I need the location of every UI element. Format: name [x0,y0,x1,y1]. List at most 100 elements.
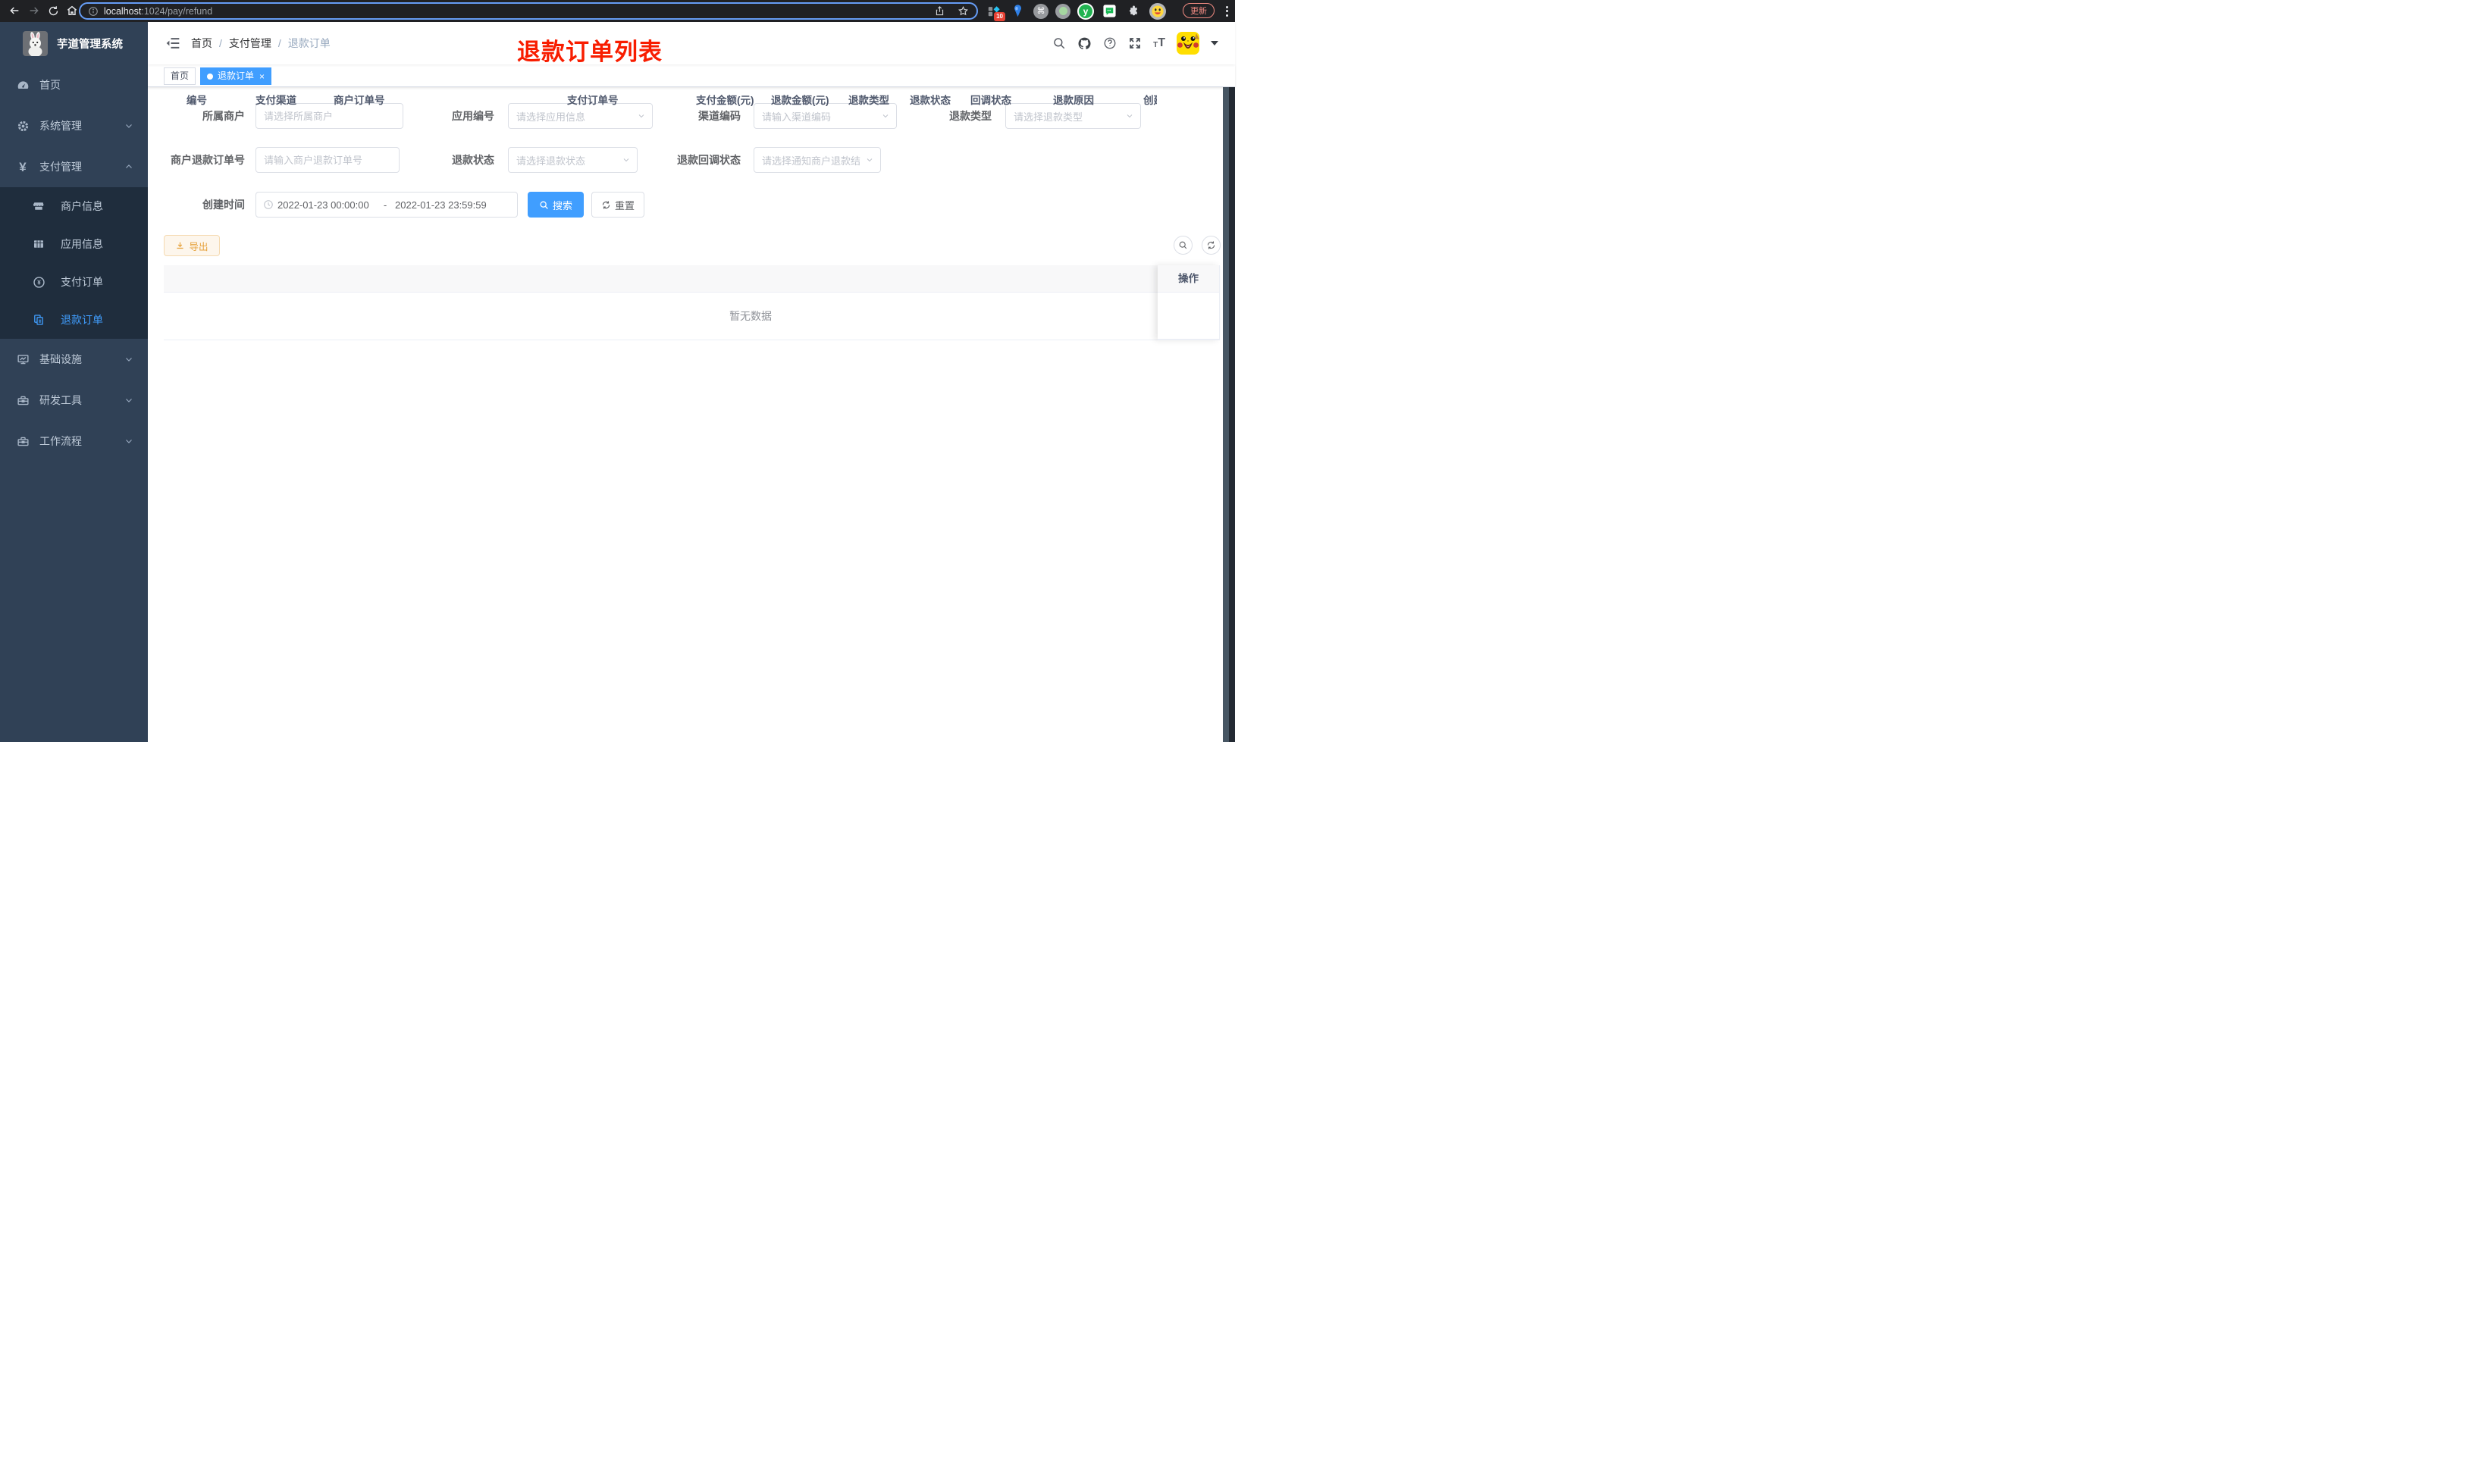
sidebar-item-refund-order[interactable]: 退款订单 [0,301,148,339]
top-navbar: 首页 / 支付管理 / 退款订单 退款订单列表 T T [148,22,1235,65]
yen-circle-icon: ¥ [32,276,45,289]
breadcrumb-pay[interactable]: 支付管理 [229,36,271,51]
green-dot [1058,7,1067,15]
clock-icon [264,200,273,209]
dashboard-icon [16,79,30,92]
select-placeholder: 请选择通知商户退款结果 [762,155,860,167]
page-annotation-title: 退款订单列表 [517,39,663,65]
store-icon [32,200,45,212]
extension-emoji-icon[interactable] [1149,2,1166,20]
browser-update-button[interactable]: 更新 [1183,3,1215,18]
browser-menu-button[interactable] [1221,4,1232,18]
refresh-icon [1207,241,1215,249]
sidebar-item-home[interactable]: 首页 [0,64,148,105]
search-button-label: 搜索 [552,199,572,211]
column-header-create-time: 创建时间 [1143,95,1157,106]
help-icon[interactable] [1103,36,1117,50]
export-button-label: 导出 [189,241,208,252]
browser-home-button[interactable] [64,2,80,19]
chevron-down-icon [622,155,631,164]
chevron-down-icon [1125,111,1134,121]
extension-y-icon[interactable]: y [1077,2,1094,20]
extension-balloon-icon[interactable] [1009,2,1027,20]
navbar-actions: TT [1052,22,1218,64]
avatar-caret-down-icon[interactable] [1211,41,1218,45]
tab-home[interactable]: 首页 [164,67,196,85]
gear-icon [16,120,30,133]
fixed-action-column: 操作 [1158,265,1220,340]
filter-label-app: 应用编号 [452,110,494,122]
sidebar-item-pay-order[interactable]: ¥ 支付订单 [0,263,148,301]
url-text: localhost:1024/pay/refund [104,6,212,17]
fixed-column-header: 操作 [1158,265,1219,293]
column-header-pay-amount: 支付金额(元) [696,95,754,106]
sidebar-item-system[interactable]: 系统管理 [0,105,148,146]
sidebar-item-workflow[interactable]: 工作流程 [0,421,148,462]
sidebar-item-label: 支付管理 [39,161,82,173]
share-icon[interactable] [934,5,945,17]
breadcrumb-separator: / [277,37,281,49]
table-empty-row [164,293,1220,340]
window-edge [1229,22,1235,742]
refresh-table-button[interactable] [1202,236,1221,255]
toggle-search-button[interactable] [1174,236,1193,255]
column-header-pay-order-no: 支付订单号 [567,95,619,106]
fullscreen-icon[interactable] [1128,36,1142,50]
tab-refund-order[interactable]: 退款订单 × [200,67,272,85]
search-icon [1179,241,1187,249]
sidebar-item-infrastructure[interactable]: 基础设施 [0,339,148,380]
sidebar-collapse-button[interactable] [165,36,180,51]
header-search-button[interactable] [1052,36,1066,50]
refresh-icon [602,201,610,208]
column-header-merchant-order-no: 商户订单号 [334,95,385,106]
font-size-icon[interactable]: TT [1153,37,1165,49]
table-grid-icon [32,238,45,250]
page-info-icon[interactable] [88,6,99,17]
filter-label-create-time: 创建时间 [202,199,245,211]
range-start-date[interactable]: 2022-01-23 00:00:00 [277,199,375,211]
extension-chat-icon[interactable] [1101,2,1118,20]
sidebar-item-label: 支付订单 [61,276,103,288]
forward-arrow-icon [30,7,39,14]
chevron-up-icon [124,162,133,171]
export-button[interactable]: 导出 [164,235,220,256]
extensions-puzzle-icon[interactable] [1125,2,1143,20]
breadcrumb: 首页 / 支付管理 / 退款订单 [191,22,331,64]
refund-callback-status-select[interactable]: 请选择通知商户退款结果 [754,147,881,173]
github-icon[interactable] [1077,36,1092,51]
search-button[interactable]: 搜索 [528,192,584,218]
merchant-refund-no-input[interactable] [255,147,400,173]
sidebar-item-label: 商户信息 [61,200,103,212]
bookmark-star-icon[interactable] [958,5,969,17]
sidebar: 芋道管理系统 首页 系统管理 ¥ 支付管理 商户信息 应用信息 ¥ 支付订单 退… [0,22,148,742]
yen-icon: ¥ [19,159,27,174]
range-end-date[interactable]: 2022-01-23 23:59:59 [395,199,493,211]
browser-back-button[interactable] [6,2,23,19]
tab-close-icon[interactable]: × [259,72,265,81]
browser-reload-button[interactable] [45,2,61,19]
reset-button[interactable]: 重置 [591,192,644,218]
home-icon [67,5,77,16]
select-placeholder: 请选择退款状态 [516,155,586,167]
address-bar[interactable]: localhost:1024/pay/refund [79,2,978,20]
tags-view-bar: 首页 退款订单 × [148,64,1235,87]
sidebar-item-dev-tools[interactable]: 研发工具 [0,380,148,421]
extension-badge: 10 [994,12,1005,21]
breadcrumb-home[interactable]: 首页 [191,36,212,51]
create-time-range-picker[interactable]: 2022-01-23 00:00:00 - 2022-01-23 23:59:5… [255,192,518,218]
sidebar-item-pay[interactable]: ¥ 支付管理 [0,146,148,187]
extension-green-dot-icon[interactable] [1055,3,1070,19]
sidebar-item-app-info[interactable]: 应用信息 [0,225,148,263]
user-avatar[interactable] [1177,32,1199,55]
svg-text:¥: ¥ [37,279,41,286]
documents-icon [32,314,45,326]
extension-diamond-icon[interactable]: 10 [985,2,1005,21]
browser-toolbar: localhost:1024/pay/refund 10 ⌘ y 更新 [0,0,1235,22]
browser-forward-button[interactable] [26,2,42,19]
sidebar-logo-row[interactable]: 芋道管理系统 [0,22,148,64]
window-scrollbar-strip[interactable] [1223,22,1229,742]
sidebar-item-label: 退款订单 [61,314,103,326]
refund-status-select[interactable]: 请选择退款状态 [508,147,638,173]
sidebar-item-merchant-info[interactable]: 商户信息 [0,187,148,225]
extension-command-icon[interactable]: ⌘ [1033,3,1048,19]
